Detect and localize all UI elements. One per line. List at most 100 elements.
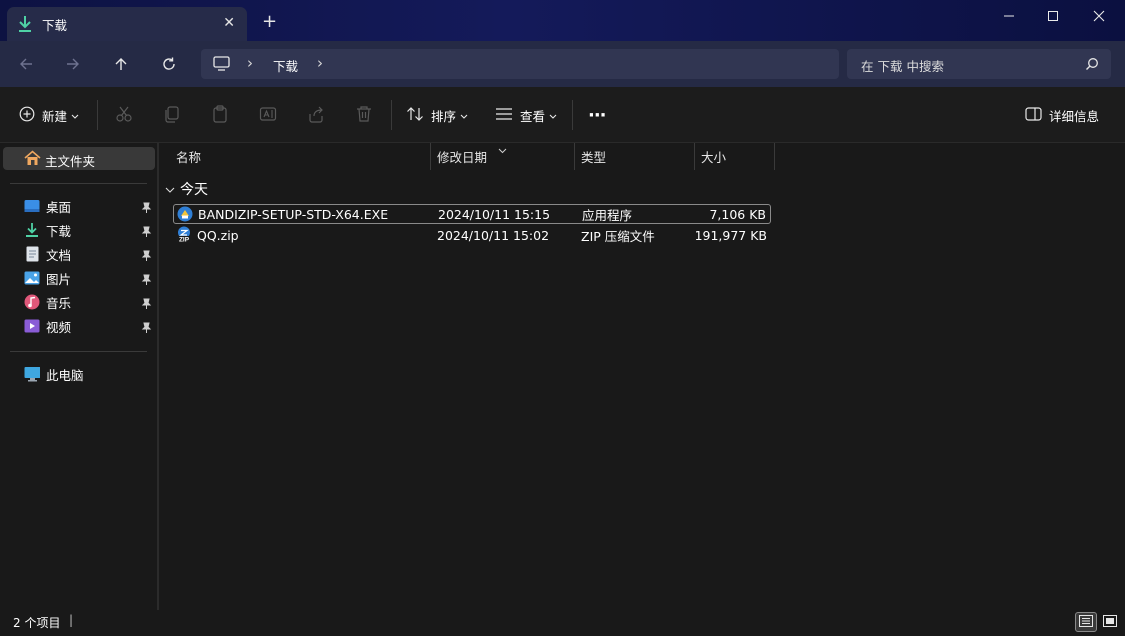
details-view-button[interactable] — [1075, 612, 1097, 632]
toolbar-divider — [572, 100, 573, 130]
tab-label: 下载 — [42, 17, 68, 33]
file-size: 191,977 KB — [694, 227, 767, 243]
file-row[interactable]: BANDIZIP-SETUP-STD-X64.EXE 2024/10/11 15… — [173, 204, 771, 224]
this-pc-icon — [24, 366, 40, 382]
svg-text:ZIP: ZIP — [179, 237, 190, 243]
sidebar-item-this-pc[interactable]: 此电脑 — [24, 364, 84, 384]
sidebar-item-pictures[interactable]: 图片 — [24, 268, 71, 288]
chevron-down-icon — [549, 108, 557, 123]
sort-button[interactable]: 排序 — [406, 103, 468, 127]
column-header-type[interactable]: 类型 — [581, 143, 693, 170]
pin-icon — [140, 202, 152, 214]
sidebar-item-label: 桌面 — [46, 199, 72, 215]
sidebar-item-label: 文档 — [46, 247, 72, 263]
file-type: 应用程序 — [582, 207, 633, 223]
group-header-today[interactable]: 今天 — [165, 179, 208, 199]
large-icons-view-button[interactable] — [1099, 612, 1121, 632]
tab-downloads[interactable]: 下载 ✕ — [7, 7, 247, 41]
breadcrumb-separator: › — [247, 54, 253, 72]
column-divider[interactable] — [694, 143, 695, 170]
item-count: 2 个项目 — [13, 616, 61, 630]
file-type: ZIP 压缩文件 — [581, 228, 655, 244]
tab-close-button[interactable]: ✕ — [223, 15, 235, 31]
file-name: QQ.zip — [197, 227, 239, 243]
new-tab-button[interactable]: + — [262, 13, 277, 31]
rename-button[interactable] — [259, 103, 277, 127]
sidebar-item-label: 图片 — [46, 271, 72, 287]
file-name: BANDIZIP-SETUP-STD-X64.EXE — [198, 206, 389, 222]
share-button[interactable] — [307, 103, 325, 127]
sidebar-item-music[interactable]: 音乐 — [24, 292, 71, 312]
search-icon[interactable] — [1085, 57, 1099, 74]
share-icon — [307, 105, 325, 126]
picture-icon — [24, 270, 40, 286]
sidebar-item-downloads[interactable]: 下载 — [24, 220, 71, 240]
download-icon — [24, 222, 40, 238]
sidebar-item-documents[interactable]: 文档 — [24, 244, 71, 264]
sidebar-item-label: 下载 — [46, 223, 72, 239]
column-divider[interactable] — [430, 143, 431, 170]
refresh-button[interactable] — [157, 52, 181, 76]
zip-icon: ZIP — [176, 226, 192, 246]
sidebar-item-home[interactable]: 主文件夹 — [3, 147, 155, 170]
sidebar-item-label: 主文件夹 — [45, 154, 96, 169]
rename-icon — [259, 105, 277, 126]
file-size: 7,106 KB — [709, 206, 766, 222]
sidebar-item-videos[interactable]: 视频 — [24, 316, 71, 336]
sort-icon — [406, 106, 424, 125]
forward-button[interactable] — [61, 52, 85, 76]
paste-button[interactable] — [211, 103, 229, 127]
close-window-button[interactable] — [1076, 5, 1122, 27]
pin-icon — [140, 298, 152, 310]
download-icon — [17, 15, 33, 33]
search-input[interactable]: 在 下载 中搜索 — [847, 49, 1111, 79]
file-modified: 2024/10/11 15:15 — [438, 206, 551, 222]
toolbar-divider — [97, 100, 98, 130]
details-label: 详细信息 — [1049, 108, 1100, 124]
address-bar[interactable]: › 下载 › — [201, 49, 839, 79]
sort-descending-icon — [498, 142, 507, 157]
document-icon — [24, 246, 40, 262]
chevron-down-icon — [71, 108, 79, 123]
breadcrumb-expand-chevron[interactable]: › — [317, 54, 323, 72]
file-row[interactable]: ZIP QQ.zip 2024/10/11 15:02 ZIP 压缩文件 191… — [173, 225, 771, 245]
column-header-name[interactable]: 名称 — [176, 143, 430, 170]
chevron-down-icon — [165, 182, 175, 197]
cut-icon — [115, 105, 133, 126]
video-icon — [24, 318, 40, 334]
sidebar-divider — [10, 183, 147, 184]
sidebar-item-label: 音乐 — [46, 295, 72, 311]
pane-splitter[interactable] — [157, 143, 159, 610]
paste-icon — [211, 104, 229, 126]
new-button[interactable]: 新建 — [19, 103, 79, 127]
cut-button[interactable] — [115, 103, 133, 127]
more-options-button[interactable]: ··· — [588, 103, 606, 127]
details-view-icon — [1079, 614, 1093, 630]
status-separator: | — [69, 613, 74, 627]
search-placeholder: 在 下载 中搜索 — [861, 59, 944, 74]
maximize-button[interactable] — [1030, 5, 1076, 27]
sidebar-divider — [10, 351, 147, 352]
breadcrumb-downloads[interactable]: 下载 — [273, 56, 298, 75]
details-pane-button[interactable]: 详细信息 — [1025, 103, 1099, 127]
view-button[interactable]: 查看 — [495, 103, 557, 127]
this-pc-icon — [213, 56, 230, 74]
view-label: 查看 — [520, 108, 546, 124]
column-divider[interactable] — [774, 143, 775, 170]
desktop-icon — [24, 198, 40, 214]
sidebar-item-desktop[interactable]: 桌面 — [24, 196, 71, 216]
column-divider[interactable] — [574, 143, 575, 170]
back-button[interactable] — [14, 52, 38, 76]
view-list-icon — [495, 107, 513, 124]
column-header-size[interactable]: 大小 — [701, 143, 773, 170]
delete-button[interactable] — [355, 103, 373, 127]
copy-icon — [163, 105, 181, 126]
minimize-button[interactable] — [986, 5, 1032, 27]
status-bar — [0, 610, 1125, 636]
file-modified: 2024/10/11 15:02 — [437, 227, 550, 243]
pin-icon — [140, 226, 152, 238]
trash-icon — [355, 105, 373, 126]
copy-button[interactable] — [163, 103, 181, 127]
add-icon — [19, 106, 35, 125]
up-button[interactable] — [109, 52, 133, 76]
